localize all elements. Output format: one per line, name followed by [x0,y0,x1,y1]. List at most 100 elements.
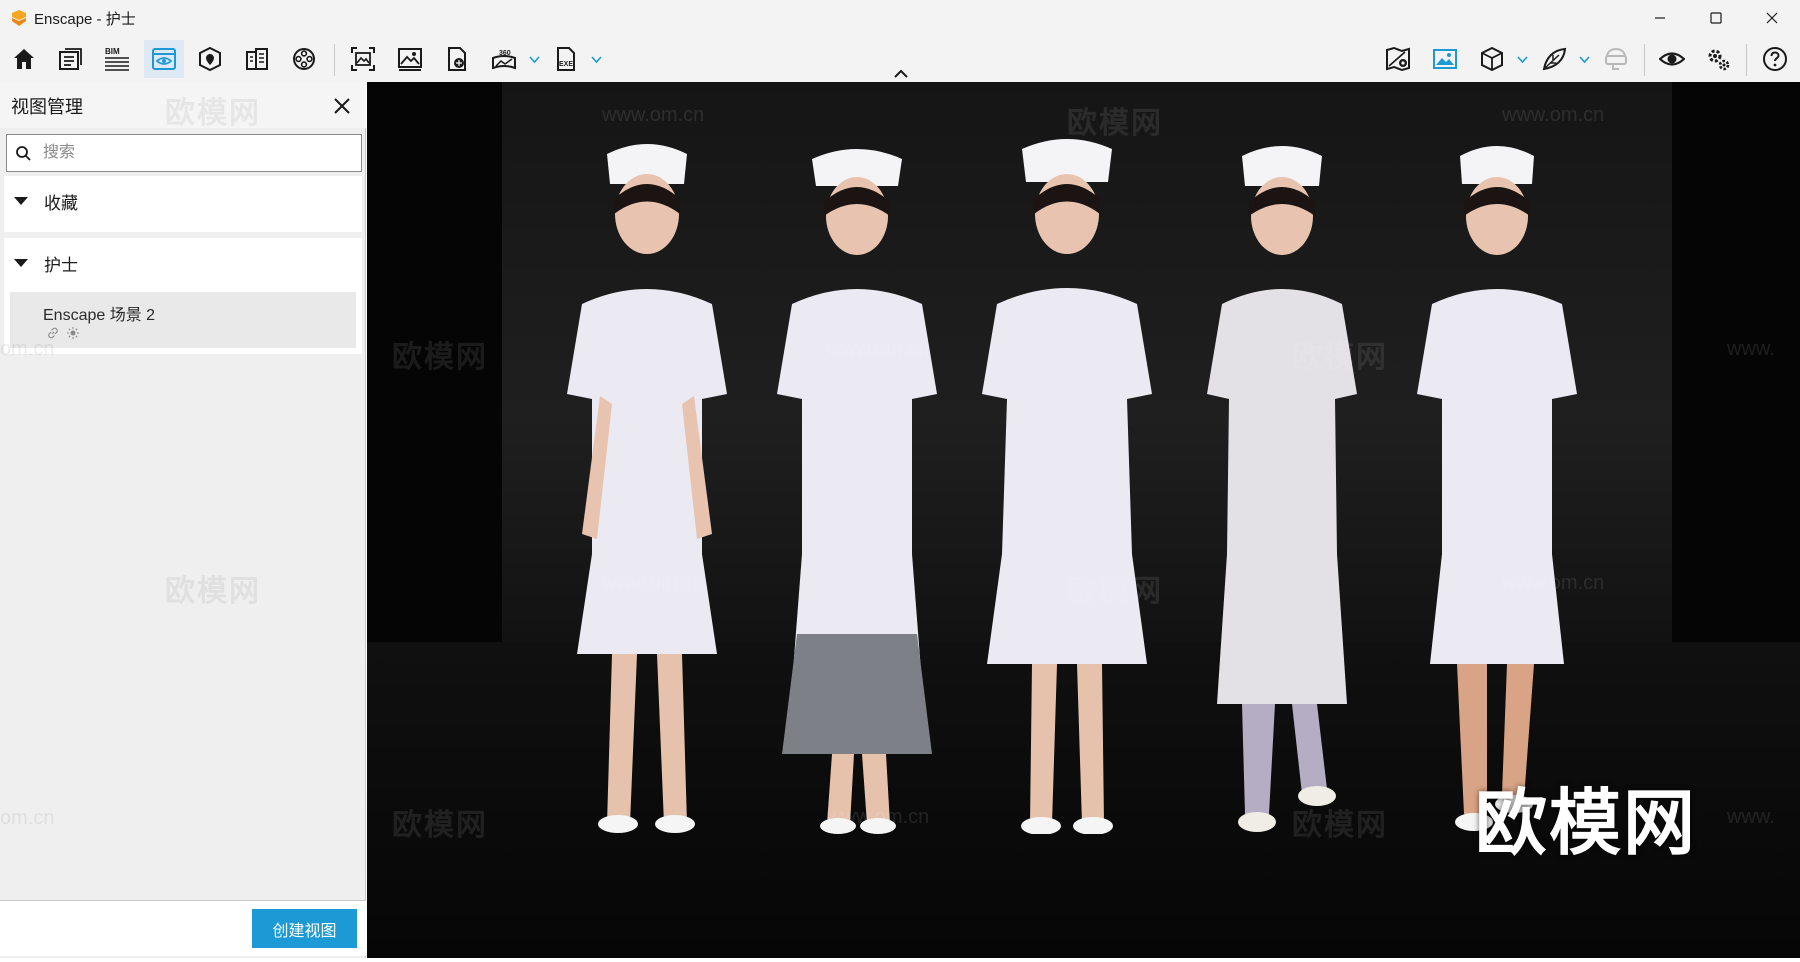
video-editor-button[interactable] [284,40,324,78]
panel-footer: 创建视图 [0,900,366,956]
watermark-url: www.om.cn [1502,572,1605,594]
views-button[interactable] [144,40,184,78]
image-settings-button[interactable] [1425,40,1465,78]
materials-button[interactable] [237,40,277,78]
nurse-figure [1187,134,1377,834]
group-nurse: 护士 Enscape 场景 2 [4,238,362,354]
group-favorites: 收藏 [4,176,362,232]
exe-label: EXE [559,61,573,68]
eye-button[interactable] [1652,40,1692,78]
group-nurse-header[interactable]: 护士 [4,238,362,288]
watermark-url: www.om.cn [1502,104,1605,126]
nurse-figure [972,134,1162,835]
minimize-button[interactable] [1632,0,1688,36]
view-management-panel: 视图管理 欧模网 收藏 护士 Enscape 场景 2 om.cn 欧模网 om… [0,82,366,958]
settings-button[interactable] [1699,40,1739,78]
title-bar: Enscape - 护士 [0,0,1800,36]
asset-library-icon [59,48,82,70]
render-image-icon [398,48,422,71]
create-view-button[interactable]: 创建视图 [252,909,357,948]
watermark-text: 欧模网 [392,809,488,842]
chevron-down-icon [1516,55,1528,63]
help-button[interactable] [1755,40,1795,78]
search-input[interactable] [43,139,353,167]
bim-button[interactable]: BIM [97,40,137,78]
nurse-figure-illustration [567,144,727,833]
watermark-url: om.cn [0,338,55,360]
panorama-dropdown[interactable] [526,40,542,78]
nurse-figure-illustration [982,139,1152,835]
panorama-button[interactable]: 360 [484,40,524,78]
screenshot-icon [351,47,375,71]
cube-dropdown[interactable] [1514,40,1530,78]
help-icon [1763,47,1787,71]
site-context-icon [199,46,221,72]
group-favorites-label: 收藏 [44,193,78,213]
watermark-url: www.om.cn [827,806,930,828]
search-icon [16,146,31,161]
settings-icon [1708,49,1730,71]
site-context-button[interactable] [190,40,230,78]
watermark-url: om.cn [0,807,55,829]
panel-close-button[interactable] [330,94,354,118]
close-window-button[interactable] [1744,0,1800,36]
view-item-name: Enscape 场景 2 [43,307,156,324]
map-location-button[interactable] [1378,40,1418,78]
exe-export-button[interactable]: EXE [546,40,586,78]
leaf-icon [1542,47,1567,71]
nurse-figure [762,134,952,834]
chevron-down-icon [590,55,602,63]
close-icon [1766,12,1778,24]
watermark-url: www.om.cn [602,572,705,594]
export-dropdown[interactable] [588,40,604,78]
render-viewport[interactable]: www.om.cn 欧模网 www.om.cn 欧模网 www.om.cn 欧模… [367,82,1800,958]
watermark-text: 欧模网 [1292,341,1388,374]
nurse-figure-illustration [1417,146,1577,831]
panel-header: 视图管理 欧模网 [0,82,366,130]
eye-icon [1659,52,1685,66]
web-standalone-button[interactable] [437,40,477,78]
watermark-url: www. [1727,338,1775,360]
leaf-dropdown[interactable] [1576,40,1592,78]
image-settings-icon [1433,49,1457,69]
nurse-figure [1402,134,1592,834]
chevron-down-icon [1578,55,1590,63]
web-standalone-icon [448,47,466,71]
collapse-toolbar-icon[interactable] [893,68,909,80]
views-eye-icon [152,48,176,70]
watermark-text: 欧模网 [1292,809,1388,842]
chevron-down-icon [528,55,540,63]
caret-down-icon [14,259,28,267]
toolbar-divider [334,44,335,76]
asset-library-button[interactable] [50,40,90,78]
leaf-button[interactable] [1534,40,1574,78]
watermark-text: 欧模网 [392,341,488,374]
panel-title: 视图管理 [11,97,83,117]
cube-button[interactable] [1472,40,1512,78]
view-item[interactable]: Enscape 场景 2 [10,292,356,348]
caret-down-icon [14,197,28,205]
map-location-icon [1386,46,1410,72]
toolbar-divider [1644,44,1645,76]
close-icon [334,98,350,114]
cube-icon [1481,46,1503,72]
home-button[interactable] [4,40,44,78]
exe-export-icon: EXE [557,47,575,71]
search-box [6,134,362,172]
vr-headset-button[interactable] [1596,40,1636,78]
nurse-figure-illustration [1207,146,1357,832]
group-favorites-header[interactable]: 收藏 [4,176,362,226]
video-reel-icon [293,48,315,70]
nurse-figure [552,134,742,834]
screenshot-button[interactable] [343,40,383,78]
maximize-button[interactable] [1688,0,1744,36]
vr-headset-icon [1605,47,1627,70]
panorama-360-icon: 360 [492,50,516,70]
render-image-button[interactable] [390,40,430,78]
minimize-icon [1655,17,1665,19]
group-nurse-label: 护士 [44,255,78,275]
toolbar-divider [1746,44,1747,76]
watermark-text: 欧模网 [1067,107,1163,140]
watermark-url: www.om.cn [602,104,705,126]
home-icon [14,49,34,69]
